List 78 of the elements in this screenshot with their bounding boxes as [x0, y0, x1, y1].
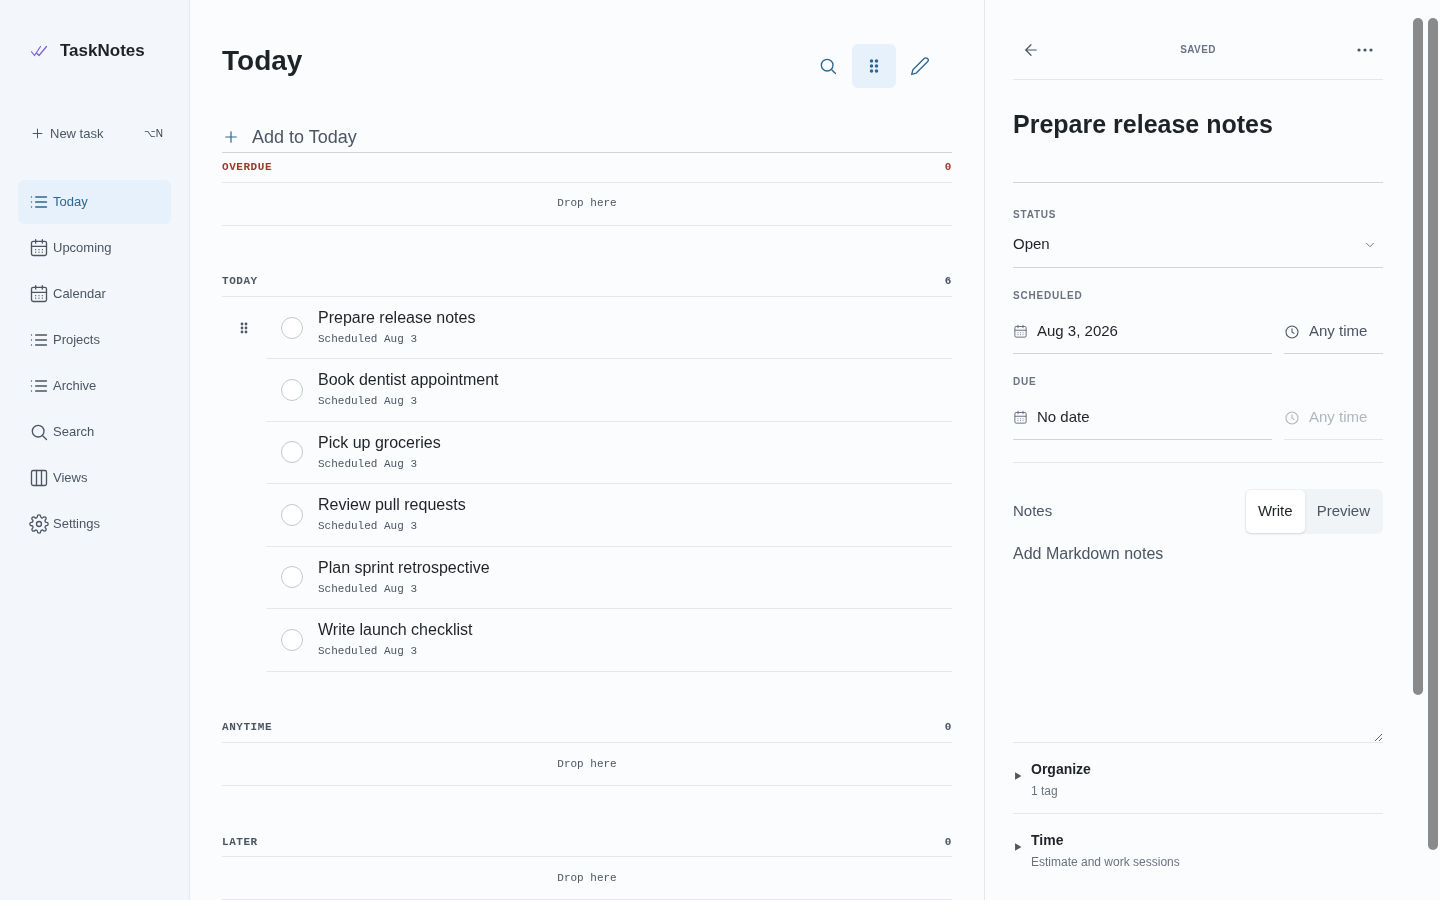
- task-meta: Scheduled Aug 3: [318, 519, 419, 535]
- section-label: ANYTIME: [222, 720, 273, 736]
- shortcut-hint: ⌥N: [143, 127, 163, 141]
- collapsible-section[interactable]: Organize 1 tag: [1013, 742, 1383, 813]
- toolbar-button[interactable]: [852, 44, 896, 88]
- section-summary: 1 tag: [1031, 783, 1059, 800]
- new-task-button[interactable]: New task ⌥N: [18, 119, 171, 148]
- date-field[interactable]: Aug 3, 2026: [1013, 310, 1272, 354]
- calendar-icon: [1013, 324, 1028, 339]
- page-title: Today: [222, 44, 303, 78]
- section-label: LATER: [222, 834, 258, 850]
- task-meta: Scheduled Aug 3: [318, 456, 419, 472]
- notes-field[interactable]: Add Markdown notes: [1013, 542, 1383, 742]
- task-checkbox[interactable]: [281, 378, 303, 401]
- disclosure-triangle-icon: [1013, 771, 1023, 781]
- task-title[interactable]: Write launch checklist: [318, 620, 473, 641]
- sidebar-item[interactable]: Upcoming: [18, 225, 171, 270]
- section-label: TODAY: [222, 274, 258, 290]
- task-title[interactable]: Pick up groceries: [318, 432, 441, 453]
- drop-zone-hint: Drop here: [557, 756, 617, 772]
- calendar-icon: [1013, 410, 1028, 425]
- task-title[interactable]: Prepare release notes: [318, 308, 476, 328]
- scrollbar[interactable]: [1413, 18, 1423, 695]
- add-task-field[interactable]: Add to Today: [252, 123, 952, 151]
- clock-icon: [1284, 409, 1300, 426]
- clock-icon: [1284, 323, 1300, 340]
- drop-zone-hint: Drop here: [557, 870, 617, 886]
- task-checkbox[interactable]: [281, 316, 303, 339]
- app-name: TaskNotes: [60, 40, 145, 62]
- time-field[interactable]: Any time: [1284, 310, 1383, 354]
- sidebar-item[interactable]: Today: [18, 179, 171, 224]
- section-title: Organize: [1031, 760, 1091, 779]
- section-title: Time: [1031, 831, 1065, 850]
- sidebar-item[interactable]: Calendar: [18, 271, 171, 316]
- disclosure-triangle-icon: [1013, 842, 1023, 852]
- task-meta: Scheduled Aug 3: [318, 332, 419, 347]
- task-meta: Scheduled Aug 3: [318, 394, 419, 410]
- section-label: OVERDUE: [222, 160, 273, 176]
- task-title[interactable]: Book dentist appointment: [318, 370, 499, 391]
- section-count: 6: [944, 274, 952, 290]
- task-title[interactable]: Review pull requests: [318, 495, 466, 516]
- field-label: SCHEDULED: [1013, 289, 1084, 303]
- settings-icon: [29, 513, 49, 534]
- mode-tab[interactable]: Write: [1245, 490, 1305, 533]
- collapsible-section[interactable]: Time Estimate and work sessions: [1013, 813, 1383, 884]
- section-count: 0: [944, 720, 952, 736]
- scrollbar[interactable]: [1428, 18, 1438, 850]
- date-field[interactable]: No date: [1013, 396, 1272, 440]
- calendar-icon: [29, 237, 49, 258]
- task-title[interactable]: Plan sprint retrospective: [318, 557, 490, 578]
- task-checkbox[interactable]: [281, 628, 303, 651]
- sidebar-item[interactable]: Projects: [18, 317, 171, 362]
- mode-tab[interactable]: Preview: [1304, 490, 1382, 533]
- sidebar-item[interactable]: Archive: [18, 363, 171, 408]
- field-label: DUE: [1013, 375, 1038, 389]
- status-dropdown[interactable]: Open: [1013, 222, 1383, 268]
- calendar-icon: [29, 283, 49, 304]
- save-status: SAVED: [1179, 43, 1217, 57]
- sidebar-item[interactable]: Views: [18, 455, 171, 500]
- section-count: 0: [944, 160, 952, 176]
- field-label: STATUS: [1013, 208, 1058, 222]
- task-checkbox[interactable]: [281, 566, 303, 589]
- section-summary: Estimate and work sessions: [1031, 854, 1180, 871]
- drop-zone-hint: Drop here: [557, 196, 617, 212]
- section-count: 0: [944, 834, 952, 850]
- columns-icon: [29, 467, 49, 488]
- search-icon: [818, 56, 838, 76]
- more-icon: [1357, 47, 1373, 52]
- task-checkbox[interactable]: [281, 503, 303, 526]
- task-checkbox[interactable]: [281, 441, 303, 464]
- pencil-icon: [910, 56, 930, 76]
- notes-label: Notes: [1013, 501, 1053, 522]
- task-meta: Scheduled Aug 3: [318, 581, 419, 597]
- task-title-field[interactable]: Prepare release notes: [1013, 106, 1383, 144]
- task-meta: Scheduled Aug 3: [318, 644, 419, 660]
- plus-icon: [30, 126, 45, 141]
- sidebar-item[interactable]: Search: [18, 409, 171, 454]
- sidebar-item[interactable]: Settings: [18, 501, 171, 546]
